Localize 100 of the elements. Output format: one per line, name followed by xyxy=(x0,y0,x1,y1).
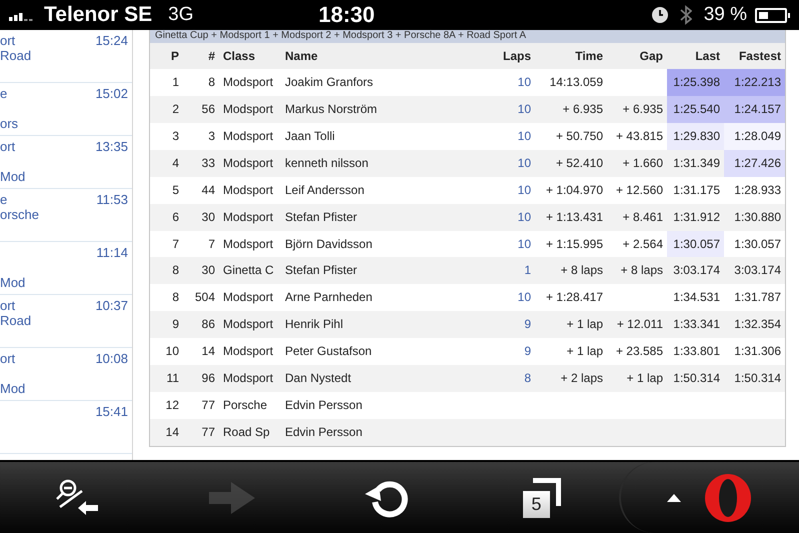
time: + 1:28.417 xyxy=(546,290,603,304)
tabs-button[interactable]: 5 xyxy=(464,462,620,533)
fastest-lap: 1:30.880 xyxy=(733,208,782,226)
driver-name: Arne Parnheden xyxy=(285,290,372,304)
gap: + 12.560 xyxy=(616,182,663,197)
driver-name: Leif Andersson xyxy=(285,182,364,197)
position: 11 xyxy=(166,371,179,386)
gap: + 8.461 xyxy=(622,210,663,224)
column-header: Fastest xyxy=(738,48,781,63)
fastest-lap: 1:31.306 xyxy=(733,343,782,360)
laps[interactable]: 10 xyxy=(518,210,531,224)
column-header: Time xyxy=(575,48,603,63)
laps[interactable]: 9 xyxy=(524,344,531,358)
car-number: 44 xyxy=(202,182,215,197)
car-number: 30 xyxy=(202,263,215,278)
laps[interactable]: 8 xyxy=(524,371,531,386)
time: + 50.750 xyxy=(556,128,603,143)
gap: + 12.011 xyxy=(616,317,663,332)
laps[interactable]: 10 xyxy=(518,74,531,89)
time: + 1 lap xyxy=(566,344,603,358)
laps[interactable]: 1 xyxy=(524,263,531,278)
driver-name: Edvin Persson xyxy=(285,398,362,412)
session-time: 15:24 xyxy=(95,33,128,50)
last-lap: 1:30.057 xyxy=(667,230,724,258)
class: Modsport xyxy=(223,74,274,89)
last-lap: 1:33.801 xyxy=(672,343,721,360)
class: Porsche xyxy=(223,398,268,412)
laps[interactable]: 10 xyxy=(518,290,531,304)
position: 9 xyxy=(172,317,179,332)
position: 8 xyxy=(172,290,179,304)
column-header: Name xyxy=(285,48,318,63)
position: 8 xyxy=(172,263,179,278)
car-number: 8 xyxy=(208,74,215,89)
driver-name: Edvin Persson xyxy=(285,425,362,440)
position: 7 xyxy=(172,236,179,251)
driver-name: Markus Norström xyxy=(285,102,378,116)
session-subtitle: Road xyxy=(0,48,32,63)
column-header: Last xyxy=(695,48,720,63)
laps[interactable]: 10 xyxy=(518,102,531,116)
laps[interactable]: 9 xyxy=(524,317,531,332)
gap: + 43.815 xyxy=(616,128,663,143)
session-title: ort xyxy=(0,298,16,313)
class: Modsport xyxy=(223,128,274,143)
network-type: 3G xyxy=(168,2,194,27)
fastest-lap: 1:28.049 xyxy=(724,122,785,150)
last-lap: 1:29.830 xyxy=(667,122,724,150)
logo-icon xyxy=(703,472,754,522)
column-header: Gap xyxy=(640,48,663,63)
class: Ginetta C xyxy=(223,263,274,278)
laps[interactable]: 10 xyxy=(518,182,531,197)
session-subtitle: Road xyxy=(0,313,32,328)
session-time: 13:35 xyxy=(95,139,128,156)
class: Modsport xyxy=(223,236,274,251)
session-time: 15:41 xyxy=(95,404,128,421)
last-lap: 1:25.540 xyxy=(667,96,724,123)
car-number: 7 xyxy=(208,236,215,251)
car-number: 504 xyxy=(194,290,215,304)
car-number: 30 xyxy=(202,210,215,224)
bluetooth-icon xyxy=(680,5,692,25)
laps[interactable]: 10 xyxy=(518,156,531,170)
fastest-lap: 3:03.174 xyxy=(733,262,782,280)
session-subtitle: ors xyxy=(0,116,18,131)
position: 14 xyxy=(166,425,179,440)
position: 3 xyxy=(172,128,179,143)
time: + 1:13.431 xyxy=(546,210,603,224)
position: 4 xyxy=(172,156,179,170)
car-number: 56 xyxy=(202,102,215,116)
clock-icon xyxy=(652,7,668,23)
caret-up-icon xyxy=(667,494,682,502)
session-title: e xyxy=(0,86,8,101)
tab-count: 5 xyxy=(531,492,542,516)
fastest-lap: 1:22.213 xyxy=(724,68,785,96)
car-number: 77 xyxy=(202,398,215,412)
session-subtitle: Mod xyxy=(0,169,26,184)
class: Modsport xyxy=(223,344,274,358)
clock-time: 18:30 xyxy=(318,3,375,27)
laps[interactable]: 10 xyxy=(518,128,531,143)
last-lap: 1:34.531 xyxy=(672,289,721,306)
laps[interactable]: 10 xyxy=(518,236,531,251)
fastest-lap: 1:24.157 xyxy=(724,96,785,123)
session-time: 10:37 xyxy=(95,298,128,315)
session-title: ort xyxy=(0,351,16,366)
session-title: e xyxy=(0,192,8,207)
gap: + 23.585 xyxy=(616,344,663,358)
column-header: Laps xyxy=(502,48,531,63)
driver-name: Stefan Pfister xyxy=(285,263,358,278)
car-number: 96 xyxy=(202,371,215,386)
time: + 2 laps xyxy=(560,371,603,386)
driver-name: Henrik Pihl xyxy=(285,317,344,332)
class: Modsport xyxy=(223,102,274,116)
battery-percent: 39 % xyxy=(704,2,747,27)
fastest-lap: 1:50.314 xyxy=(733,370,782,388)
car-number: 86 xyxy=(202,317,215,332)
position: 5 xyxy=(172,182,179,197)
session-title: ort xyxy=(0,33,16,48)
time: + 6.935 xyxy=(562,102,603,116)
session-time: 10:08 xyxy=(95,351,128,368)
last-lap: 1:31.349 xyxy=(672,154,721,172)
gap: + 1.660 xyxy=(622,156,663,170)
position: 6 xyxy=(172,210,179,224)
